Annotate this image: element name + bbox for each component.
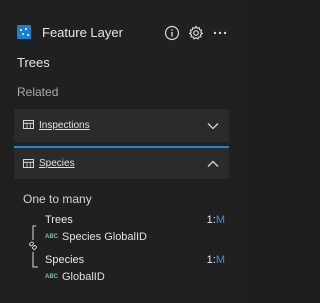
link-icon — [29, 241, 37, 250]
info-button[interactable] — [163, 24, 181, 42]
chevron-up-icon[interactable] — [207, 160, 219, 168]
relationship-card-inspections[interactable]: Inspections — [14, 109, 229, 142]
string-field-icon: ABC — [45, 234, 58, 241]
origin-table-name: Trees — [45, 214, 73, 226]
more-horizontal-icon — [213, 31, 227, 35]
feature-layer-icon — [17, 25, 31, 39]
layer-name: Trees — [17, 55, 50, 70]
relationship-name[interactable]: Inspections — [39, 120, 90, 131]
related-section-label: Related — [17, 85, 59, 99]
feature-layer-panel: Feature Layer Trees Related Inspections … — [0, 0, 242, 303]
origin-key-field: ABC Species GlobalID — [45, 231, 147, 243]
relationship-link-connector — [29, 225, 38, 268]
destination-key-field: ABC GlobalID — [45, 271, 105, 283]
cardinality-label: One to many — [23, 192, 92, 206]
settings-button[interactable] — [187, 24, 205, 42]
relationship-name[interactable]: Species — [39, 158, 75, 169]
chevron-down-icon[interactable] — [207, 122, 219, 130]
string-field-icon: ABC — [45, 274, 58, 281]
panel-title: Feature Layer — [42, 25, 123, 40]
table-icon — [23, 120, 34, 129]
info-icon — [164, 25, 180, 41]
relationship-card-species[interactable]: Species — [14, 146, 229, 179]
destination-table-name: Species — [45, 254, 85, 266]
gear-icon — [188, 25, 204, 40]
destination-cardinality: 1:M — [206, 254, 225, 266]
origin-cardinality: 1:M — [206, 214, 225, 226]
more-options-button[interactable] — [211, 24, 229, 42]
table-icon — [23, 159, 34, 168]
